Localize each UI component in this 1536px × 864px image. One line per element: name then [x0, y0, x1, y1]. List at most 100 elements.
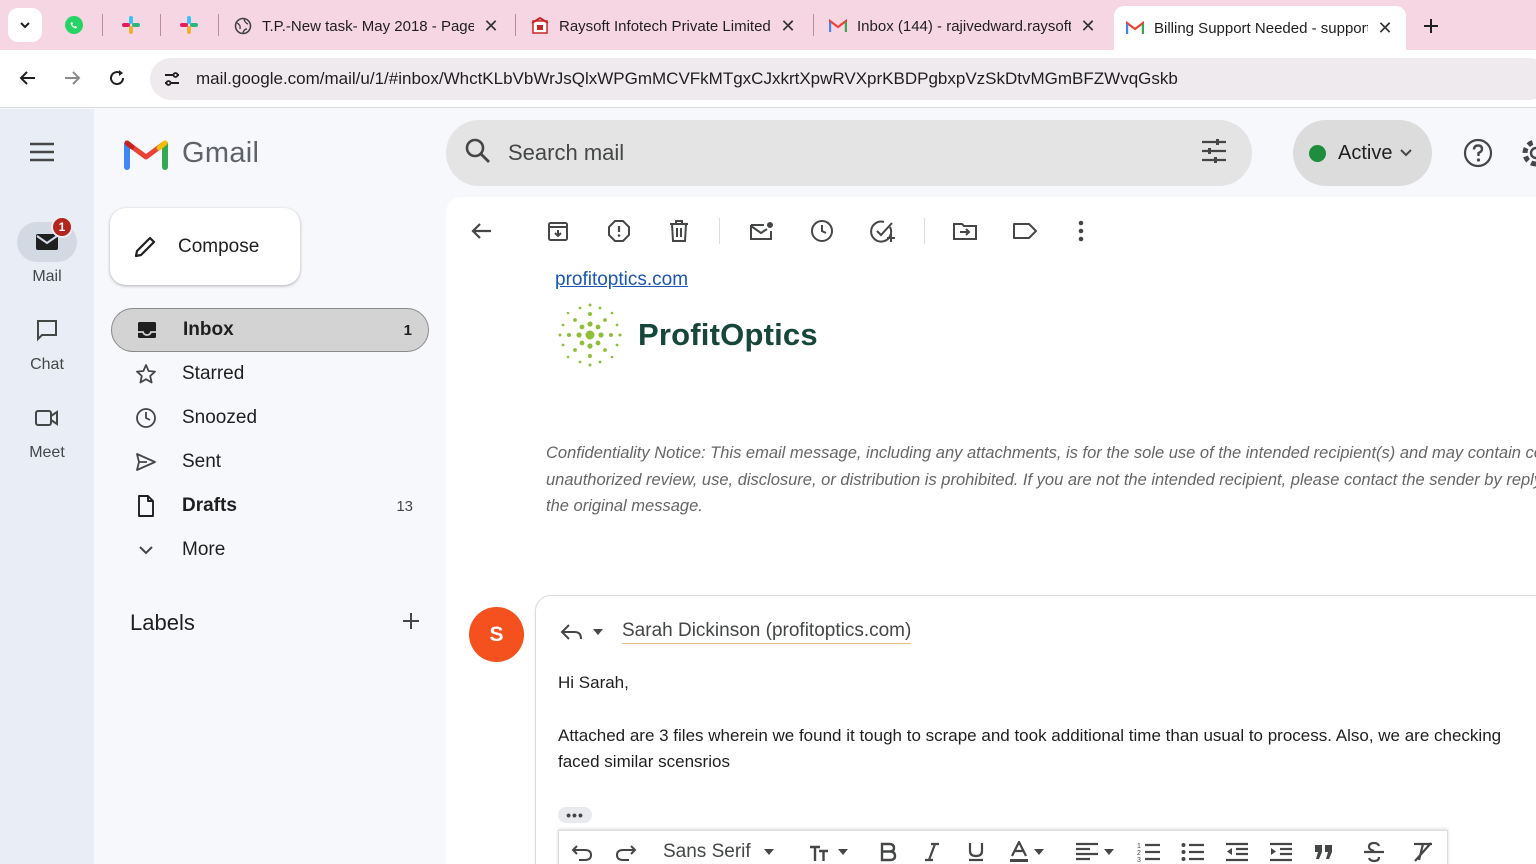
close-icon[interactable]: ✕	[779, 16, 797, 37]
address-bar[interactable]: mail.google.com/mail/u/1/#inbox/WhctKLbV…	[150, 58, 1536, 100]
indent-less-button[interactable]	[1225, 839, 1249, 864]
font-size-button[interactable]	[809, 839, 849, 864]
labels-heading: Labels	[130, 610, 195, 635]
remove-formatting-button[interactable]	[1411, 839, 1435, 864]
undo-button[interactable]	[571, 839, 593, 864]
sender-avatar[interactable]: S	[469, 607, 524, 662]
site-info-icon[interactable]	[154, 69, 190, 89]
labels-section-header: Labels	[130, 610, 420, 636]
gmail-logo[interactable]: Gmail	[124, 137, 259, 170]
confidentiality-notice: Confidentiality Notice: This email messa…	[546, 440, 1536, 520]
indent-more-button[interactable]	[1269, 839, 1293, 864]
pencil-icon	[134, 236, 156, 257]
nav-item-sent[interactable]: Sent	[111, 440, 429, 484]
reload-button[interactable]	[101, 62, 133, 94]
forward-button[interactable]	[56, 62, 88, 94]
arrow-left-icon	[19, 71, 35, 85]
rail-mail[interactable]: 1 Mail	[0, 216, 94, 286]
plus-icon	[403, 613, 419, 629]
nav-item-drafts[interactable]: Drafts 13	[111, 484, 429, 528]
delete-button[interactable]	[666, 218, 692, 244]
redo-icon	[615, 845, 637, 861]
browser-toolbar: mail.google.com/mail/u/1/#inbox/WhctKLbV…	[0, 50, 1536, 108]
help-icon	[1463, 138, 1493, 168]
url-text: mail.google.com/mail/u/1/#inbox/WhctKLbV…	[196, 69, 1178, 88]
reply-greeting: Hi Sarah,	[558, 673, 629, 692]
labels-button[interactable]	[1012, 218, 1038, 244]
gmail-wordmark: Gmail	[182, 137, 260, 169]
text-color-button[interactable]	[1009, 839, 1045, 864]
reply-type-selector[interactable]	[560, 623, 604, 641]
back-button[interactable]	[12, 62, 44, 94]
search-options-icon[interactable]	[1200, 138, 1228, 169]
tab-title: Raysoft Infotech Private Limited	[559, 17, 771, 35]
settings-button[interactable]	[1520, 137, 1536, 174]
nav-count: 1	[403, 321, 412, 339]
reply-recipient[interactable]: Sarah Dickinson (profitoptics.com)	[622, 620, 912, 644]
browser-tab-active[interactable]: Billing Support Needed - support ✕	[1114, 6, 1406, 50]
new-tab-button[interactable]	[1415, 10, 1447, 42]
add-task-icon	[870, 220, 895, 243]
italic-button[interactable]	[923, 839, 941, 864]
nav-item-snoozed[interactable]: Snoozed	[111, 396, 429, 440]
pinned-tab-whatsapp[interactable]	[49, 8, 99, 42]
reply-compose-box: Sarah Dickinson (profitoptics.com) Hi Sa…	[535, 595, 1536, 864]
close-icon[interactable]: ✕	[1079, 16, 1097, 37]
bulleted-list-button[interactable]	[1181, 839, 1205, 864]
back-to-inbox-button[interactable]	[469, 218, 495, 244]
caret-down-icon	[763, 849, 774, 855]
close-icon[interactable]: ✕	[1376, 18, 1394, 39]
chevron-down-icon	[20, 22, 30, 29]
search-bar[interactable]: Search mail	[446, 120, 1252, 186]
mark-unread-button[interactable]	[749, 218, 775, 244]
svg-text:3: 3	[1137, 857, 1141, 863]
more-options-button[interactable]	[1068, 218, 1094, 244]
pinned-tab-slack-2[interactable]	[164, 8, 214, 42]
browser-tab[interactable]: T.P.-New task- May 2018 - Page ✕	[222, 8, 512, 44]
nav-item-starred[interactable]: Starred	[111, 352, 429, 396]
archive-button[interactable]	[545, 218, 571, 244]
help-button[interactable]	[1462, 137, 1494, 174]
quote-button[interactable]	[1313, 839, 1335, 864]
clear-format-icon	[1414, 842, 1432, 862]
reply-body-editor[interactable]: Hi Sarah, Attached are 3 files wherein w…	[558, 670, 1536, 775]
pinned-tab-slack-1[interactable]	[106, 8, 156, 42]
browser-tab[interactable]: Inbox (144) - rajivedward.raysoft ✕	[817, 8, 1109, 44]
browser-tab[interactable]: Raysoft Infotech Private Limited ✕	[519, 8, 809, 44]
compose-button[interactable]: Compose	[110, 208, 300, 285]
signature-link[interactable]: profitoptics.com	[555, 269, 688, 291]
message-pane: profitoptics.com ProfitOptics Confidenti…	[446, 197, 1536, 864]
tab-separator	[813, 14, 814, 36]
close-icon[interactable]: ✕	[482, 16, 500, 37]
tab-search-button[interactable]	[8, 8, 42, 42]
underline-button[interactable]	[967, 839, 985, 864]
status-selector[interactable]: Active	[1293, 120, 1432, 186]
text-size-icon	[810, 845, 828, 861]
tab-title: T.P.-New task- May 2018 - Page	[262, 17, 474, 35]
nav-label: Drafts	[182, 495, 237, 516]
font-family-select[interactable]: Sans Serif	[663, 839, 775, 864]
redo-button[interactable]	[615, 839, 637, 864]
search-input[interactable]: Search mail	[508, 140, 1200, 166]
report-spam-button[interactable]	[606, 218, 632, 244]
show-trimmed-content-button[interactable]: •••	[558, 807, 592, 823]
move-to-button[interactable]	[952, 218, 978, 244]
create-label-button[interactable]	[402, 610, 420, 636]
arrow-right-icon	[65, 71, 81, 85]
add-to-tasks-button[interactable]	[870, 218, 896, 244]
rail-meet[interactable]: Meet	[0, 398, 94, 462]
snooze-button[interactable]	[809, 218, 835, 244]
align-button[interactable]	[1075, 839, 1115, 864]
nav-item-more[interactable]: More	[111, 528, 429, 572]
bold-button[interactable]	[879, 839, 897, 864]
rail-chat[interactable]: Chat	[0, 310, 94, 374]
nav-item-inbox[interactable]: Inbox 1	[111, 308, 429, 352]
nav-label: Starred	[182, 363, 245, 384]
mailbox-nav: Inbox 1 Starred Snoozed Sent Drafts 13 M…	[111, 308, 429, 572]
search-icon[interactable]	[464, 137, 492, 170]
numbered-list-button[interactable]: 123	[1137, 839, 1161, 864]
strikethrough-button[interactable]	[1363, 839, 1385, 864]
rail-chat-icon-wrap	[17, 310, 77, 350]
bulleted-list-icon	[1181, 843, 1204, 861]
main-menu-button[interactable]	[28, 141, 56, 168]
